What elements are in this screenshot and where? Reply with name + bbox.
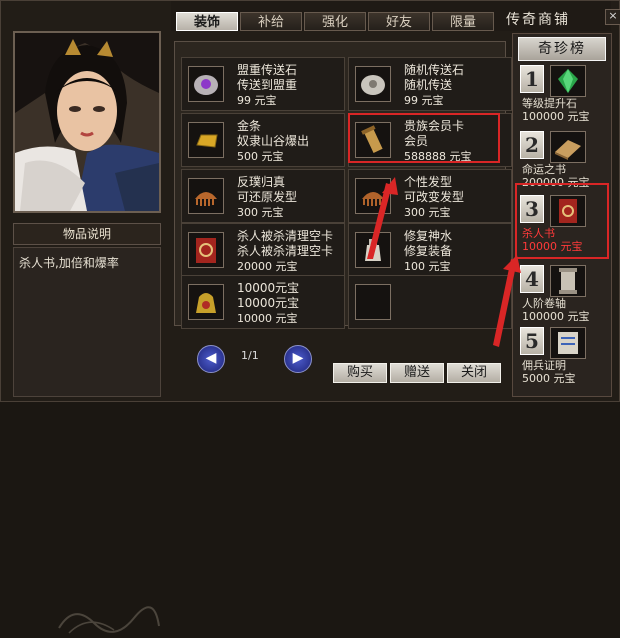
gift-button[interactable]: 赠送	[390, 363, 444, 383]
item-desc: 修复装备	[404, 244, 453, 258]
item-desc: 传送到盟重	[237, 78, 298, 92]
item-card[interactable]: 随机传送石 随机传送 99 元宝	[348, 57, 512, 111]
rank-number: 2	[520, 131, 544, 159]
book-icon	[550, 131, 586, 163]
item-price: 99 元宝	[404, 94, 444, 107]
item-desc: 可改变发型	[404, 190, 465, 204]
potion-icon	[355, 232, 391, 268]
tab-label: 强化	[321, 15, 348, 30]
description-text: 杀人书,加倍和爆率	[19, 256, 119, 270]
item-price: 10000 元宝	[237, 312, 298, 325]
item-description-header: 物品说明	[13, 223, 161, 245]
item-price: 99 元宝	[237, 94, 277, 107]
red-book-icon	[188, 232, 224, 268]
close-icon[interactable]: ×	[605, 9, 620, 25]
item-card[interactable]: 修复神水 修复装备 100 元宝	[348, 223, 512, 277]
rank-number: 5	[520, 327, 544, 355]
item-price: 300 元宝	[404, 206, 451, 219]
highlight-box	[515, 183, 609, 259]
empty-item-slot[interactable]	[348, 275, 512, 329]
tab-label: 补给	[257, 15, 284, 30]
item-card[interactable]: 个性发型 可改变发型 300 元宝	[348, 169, 512, 223]
page-indicator: 1/1	[241, 349, 259, 362]
treasure-bag-icon	[188, 284, 224, 320]
item-description-panel: 杀人书,加倍和爆率	[13, 247, 161, 634]
item-price: 500 元宝	[237, 150, 284, 163]
certificate-icon	[550, 327, 586, 359]
previous-page-button[interactable]: ◀	[197, 345, 225, 373]
tab-limited[interactable]: 限量	[432, 12, 494, 31]
item-price: 100 元宝	[404, 260, 451, 273]
empty-slot-frame	[355, 284, 391, 320]
rank-number: 1	[520, 65, 544, 93]
close-button[interactable]: 关闭	[447, 363, 501, 383]
item-desc: 杀人被杀清理空卡	[237, 244, 334, 258]
item-desc: 随机传送	[404, 78, 453, 92]
rank-item-price: 5000 元宝	[522, 372, 576, 385]
rank-item-price: 100000 元宝	[522, 110, 590, 123]
purple-stone-icon	[188, 66, 224, 102]
item-card[interactable]: 金条 奴隶山谷爆出 500 元宝	[181, 113, 345, 167]
scroll-icon	[550, 265, 586, 297]
item-desc: 可还原发型	[237, 190, 298, 204]
item-card[interactable]: 盟重传送石 传送到盟重 99 元宝	[181, 57, 345, 111]
item-price: 300 元宝	[237, 206, 284, 219]
rank-number: 4	[520, 265, 544, 293]
rank-item-price: 100000 元宝	[522, 310, 590, 323]
tab-decoration[interactable]: 装饰	[176, 12, 238, 31]
rank-title: 奇珍榜	[518, 37, 606, 61]
item-card[interactable]: 反璞归真 可还原发型 300 元宝	[181, 169, 345, 223]
rank-item[interactable]: 1 等级提升石 100000 元宝	[516, 63, 608, 125]
tab-friends[interactable]: 好友	[368, 12, 430, 31]
tab-supplies[interactable]: 补给	[240, 12, 302, 31]
comb-icon	[188, 178, 224, 214]
shop-window: 物品说明 杀人书,加倍和爆率 装饰 补给 强化 好友 限量 传奇商铺 × 盟重传…	[0, 0, 620, 634]
item-desc: 奴隶山谷爆出	[237, 134, 310, 148]
tab-label: 装饰	[193, 15, 220, 30]
rank-item[interactable]: 2 命运之书 200000 元宝	[516, 129, 608, 191]
tab-label: 好友	[385, 15, 412, 30]
item-card[interactable]: 杀人被杀清理空卡 杀人被杀清理空卡 20000 元宝	[181, 223, 345, 277]
decorative-flourish	[58, 606, 160, 634]
item-card[interactable]: 10000元宝 10000元宝 10000 元宝	[181, 275, 345, 329]
buy-button[interactable]: 购买	[333, 363, 387, 383]
green-gem-icon	[550, 65, 586, 97]
gold-bar-icon	[188, 122, 224, 158]
item-desc: 10000元宝	[237, 296, 300, 310]
tab-enhance[interactable]: 强化	[304, 12, 366, 31]
item-price: 20000 元宝	[237, 260, 298, 273]
description-header-text: 物品说明	[62, 227, 111, 241]
shop-title: 传奇商铺	[506, 12, 570, 28]
character-portrait	[13, 31, 161, 213]
tab-label: 限量	[449, 15, 476, 30]
rank-item[interactable]: 4 人阶卷轴 100000 元宝	[516, 263, 608, 325]
next-page-button[interactable]: ▶	[284, 345, 312, 373]
stone-icon	[355, 66, 391, 102]
rank-item[interactable]: 5 佣兵证明 5000 元宝	[516, 325, 608, 387]
highlight-box	[348, 113, 500, 163]
comb-icon	[355, 178, 391, 214]
